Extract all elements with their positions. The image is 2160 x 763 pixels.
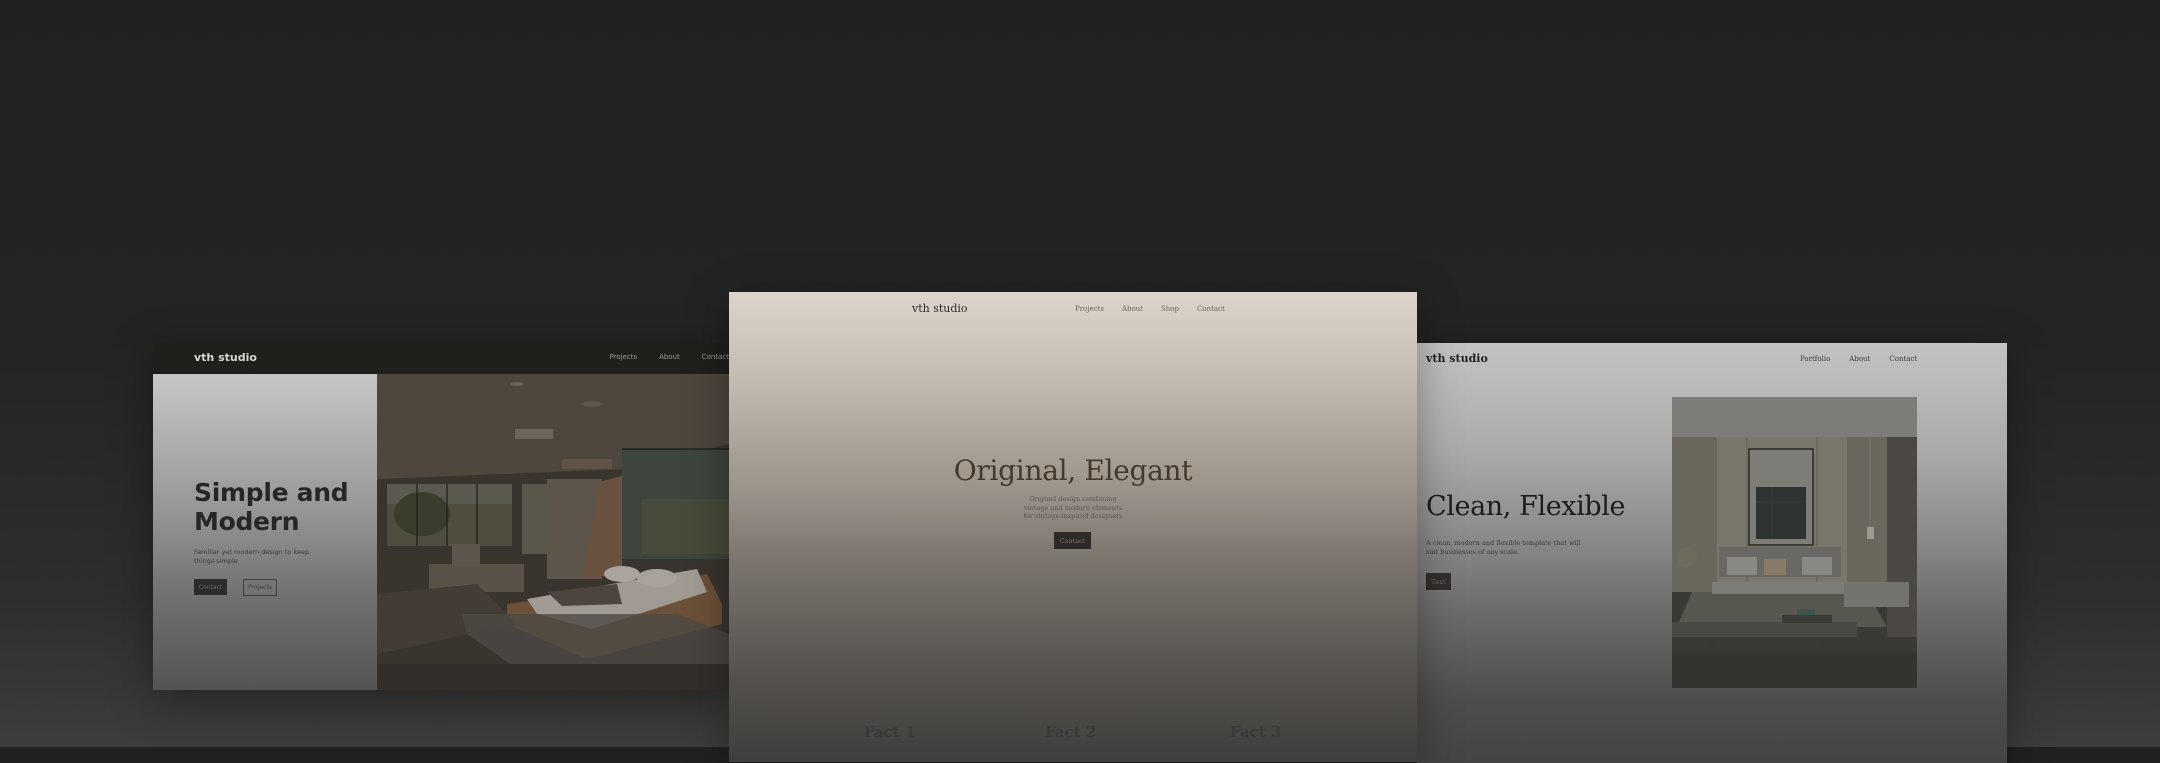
template-preview-original-elegant[interactable]: vth studio Projects About Shop Contact O… <box>729 292 1417 762</box>
hero-title: Clean, Flexible <box>1426 491 1626 522</box>
fact-heading: Fact 2 <box>1045 723 1097 741</box>
nav-link-portfolio[interactable]: Portfolio <box>1800 355 1830 363</box>
navbar: vth studio Projects About Contact <box>153 342 729 374</box>
nav-links: Portfolio About Contact <box>1800 355 1917 363</box>
template-preview-clean-flexible[interactable]: vth studio Portfolio About Contact Clean… <box>1417 343 2007 763</box>
hero-photo-bedroom <box>1672 397 1917 688</box>
hero-subtitle-line: for vintage-inspired designers <box>1023 512 1123 520</box>
nav-link-about[interactable]: About <box>659 353 680 361</box>
logo[interactable]: vth studio <box>912 302 968 315</box>
hero-panel: Simple and Modern Familiar yet modern de… <box>153 374 377 690</box>
nav-link-projects[interactable]: Projects <box>1075 305 1104 313</box>
hero-title: Original, Elegant <box>953 454 1193 487</box>
nav-link-about[interactable]: About <box>1122 305 1143 313</box>
nav-link-projects[interactable]: Projects <box>609 353 637 361</box>
hero-subtitle: Original design combining vintage and mo… <box>729 495 1417 521</box>
contact-button[interactable]: Contact <box>194 579 227 595</box>
nav-link-about[interactable]: About <box>1849 355 1870 363</box>
nav-link-contact[interactable]: Contact <box>1889 355 1917 363</box>
nav-links: Projects About Shop Contact <box>1075 305 1225 313</box>
text-button[interactable]: Text <box>1426 573 1451 590</box>
hero-title-line: Modern <box>194 507 300 536</box>
nav-link-shop[interactable]: Shop <box>1161 305 1179 313</box>
hero-subtitle: Familiar yet modern design to keep thing… <box>194 548 310 565</box>
fact-heading: Fact 3 <box>1230 723 1282 741</box>
contact-button[interactable]: Contact <box>1054 532 1091 549</box>
logo[interactable]: vth studio <box>194 351 257 364</box>
hero-title: Simple and Modern <box>194 478 349 536</box>
hero-subtitle-line: vintage and modern elements <box>1023 503 1123 512</box>
logo[interactable]: vth studio <box>1426 352 1488 365</box>
fact-heading: Fact 1 <box>864 723 916 741</box>
hero-subtitle-line: Original design combining <box>1029 495 1117 503</box>
hero-title-line: Simple and <box>194 478 349 507</box>
hero-subtitle: A clean, modern and flexible template th… <box>1426 539 1581 556</box>
template-preview-simple-modern[interactable]: vth studio Projects About Contact Simple… <box>153 342 729 690</box>
hero-photo-desert-bedroom <box>377 374 729 690</box>
nav-link-contact[interactable]: Contact <box>1197 305 1225 313</box>
projects-button[interactable]: Projects <box>243 579 277 596</box>
nav-link-contact[interactable]: Contact <box>702 353 729 361</box>
nav-links: Projects About Contact <box>609 353 729 361</box>
